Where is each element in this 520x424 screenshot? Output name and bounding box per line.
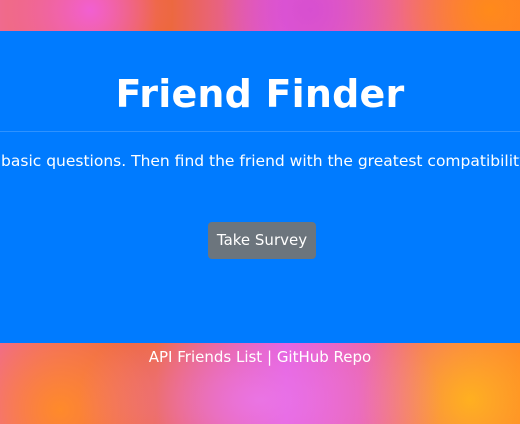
take-survey-button[interactable]: Take Survey [208,222,316,259]
divider [0,131,520,132]
api-friends-list-link[interactable]: API Friends List [149,348,262,366]
lead-container: Answer a few basic questions. Then find … [0,150,520,176]
lead-text: Answer a few basic questions. Then find … [0,152,520,170]
github-repo-link[interactable]: GitHub Repo [277,348,371,366]
footer-separator: | [266,348,273,366]
footer: API Friends List | GitHub Repo [0,348,520,366]
page-background: Friend Finder Answer a few basic questio… [0,0,520,424]
page-title: Friend Finder [115,72,405,116]
